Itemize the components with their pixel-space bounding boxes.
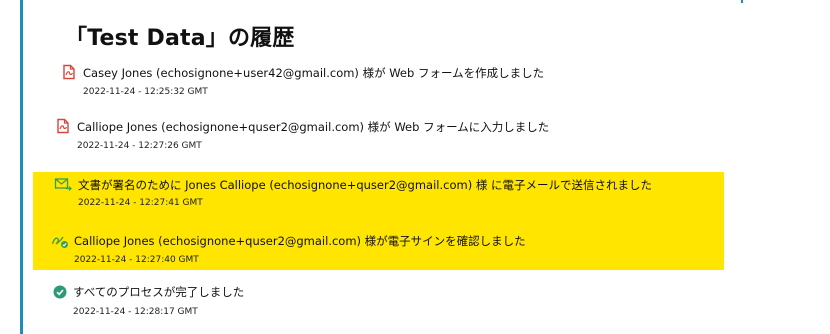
history-entry-text: Calliope Jones (echosignone+quser2@gmail…	[74, 234, 526, 248]
history-entry-timestamp: 2022-11-24 - 12:27:26 GMT	[77, 141, 202, 151]
history-entry-text: すべてのプロセスが完了しました	[73, 285, 245, 299]
check-circle-icon	[52, 284, 68, 300]
history-entry-timestamp: 2022-11-24 - 12:27:40 GMT	[74, 255, 199, 265]
history-entry-text: Calliope Jones (echosignone+quser2@gmail…	[77, 120, 550, 134]
left-accent-rule	[20, 0, 23, 334]
history-entry-text: Casey Jones (echosignone+user42@gmail.co…	[83, 66, 545, 80]
top-right-accent-mark	[741, 0, 743, 3]
page-title: 「Test Data」の履歴	[65, 26, 295, 51]
email-send-icon	[54, 176, 72, 192]
signature-check-icon	[51, 233, 68, 249]
document-pdf-icon	[61, 64, 77, 80]
history-entry-text: 文書が署名のために Jones Calliope (echosignone+qu…	[78, 178, 652, 192]
history-entry-timestamp: 2022-11-24 - 12:27:41 GMT	[78, 198, 203, 208]
history-entry-timestamp: 2022-11-24 - 12:28:17 GMT	[73, 307, 198, 317]
history-entry-timestamp: 2022-11-24 - 12:25:32 GMT	[83, 87, 208, 97]
document-pdf-icon	[55, 118, 71, 134]
